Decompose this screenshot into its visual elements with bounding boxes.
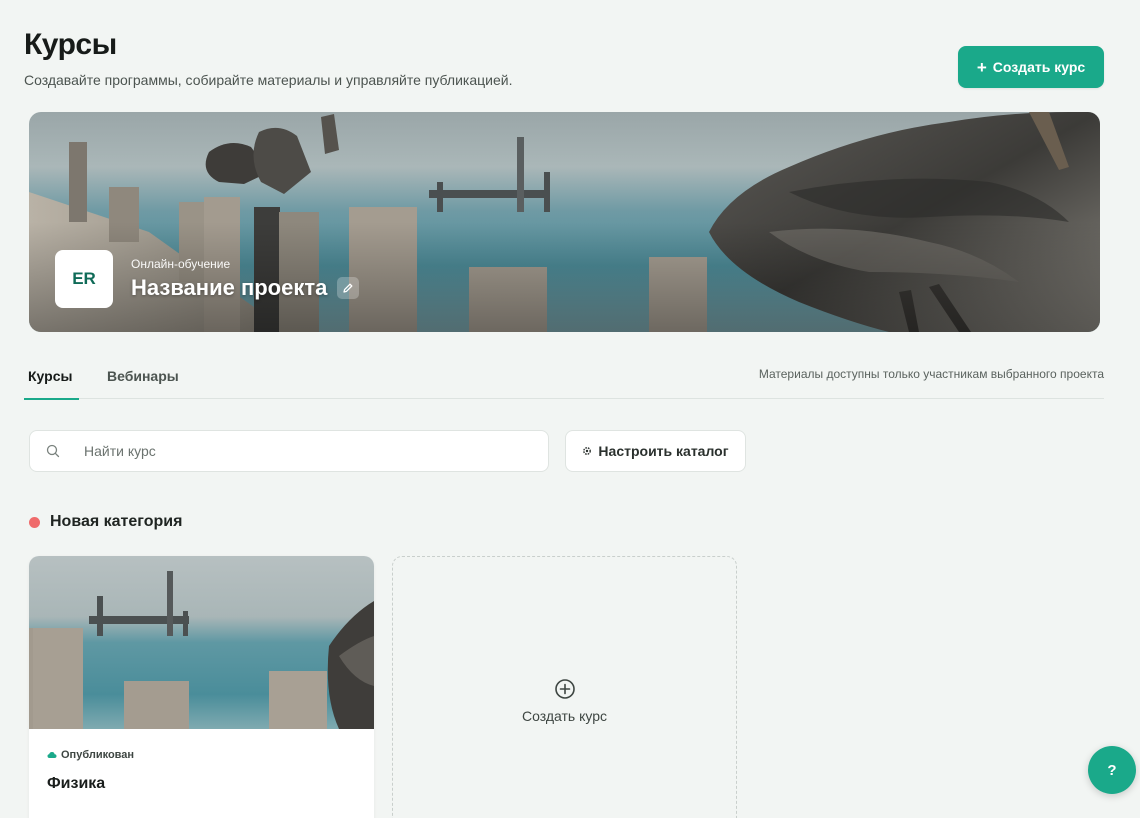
project-logo: ER	[55, 250, 113, 308]
page-header: Курсы Создавайте программы, собирайте ма…	[24, 28, 512, 88]
course-card[interactable]: Опубликован Физика	[29, 556, 374, 818]
course-status-label: Опубликован	[61, 749, 135, 761]
pencil-icon	[343, 283, 353, 293]
project-name-row: Название проекта	[131, 275, 360, 301]
edit-project-name-button[interactable]	[337, 277, 360, 299]
access-note: Материалы доступны только участникам выб…	[758, 367, 1104, 381]
plus-circle-icon	[554, 679, 575, 699]
page-title: Курсы	[24, 28, 117, 61]
category-header: Новая категория	[29, 513, 182, 531]
help-button[interactable]: ?	[1088, 746, 1136, 794]
project-name: Название проекта	[131, 275, 328, 300]
tab-webinars[interactable]: Вебинары	[107, 368, 179, 384]
category-name: Новая категория	[50, 513, 183, 530]
tab-courses[interactable]: Курсы	[28, 368, 72, 384]
page-subtitle: Создавайте программы, собирайте материал…	[24, 72, 513, 88]
content-tabs: Курсы Вебинары Материалы доступны только…	[24, 358, 1104, 400]
search-icon	[46, 444, 60, 458]
create-course-card[interactable]: Создать курс	[392, 556, 737, 818]
search-input[interactable]	[82, 431, 532, 471]
configure-catalog-label: Настроить каталог	[598, 443, 729, 459]
course-status: Опубликован	[47, 749, 134, 761]
category-color-dot	[29, 516, 40, 528]
search-box	[29, 430, 549, 472]
project-text: Онлайн-обучение Название проекта	[131, 257, 360, 301]
course-cover-image	[29, 556, 374, 729]
cloud-icon	[47, 752, 57, 758]
project-type-label: Онлайн-обучение	[131, 257, 231, 271]
create-course-button[interactable]: + Создать курс	[958, 46, 1104, 88]
course-title: Физика	[47, 775, 106, 792]
courses-page: Курсы Создавайте программы, собирайте ма…	[0, 0, 1140, 818]
configure-catalog-button[interactable]: Настроить каталог	[565, 430, 746, 472]
active-tab-indicator	[24, 398, 79, 400]
create-course-card-label: Создать курс	[521, 708, 607, 724]
project-info: ER Онлайн-обучение Название проекта	[55, 250, 360, 308]
create-course-button-label: Создать курс	[992, 59, 1086, 75]
gear-icon	[583, 447, 592, 455]
project-banner: ER Онлайн-обучение Название проекта	[29, 112, 1100, 332]
plus-icon: +	[976, 57, 987, 77]
